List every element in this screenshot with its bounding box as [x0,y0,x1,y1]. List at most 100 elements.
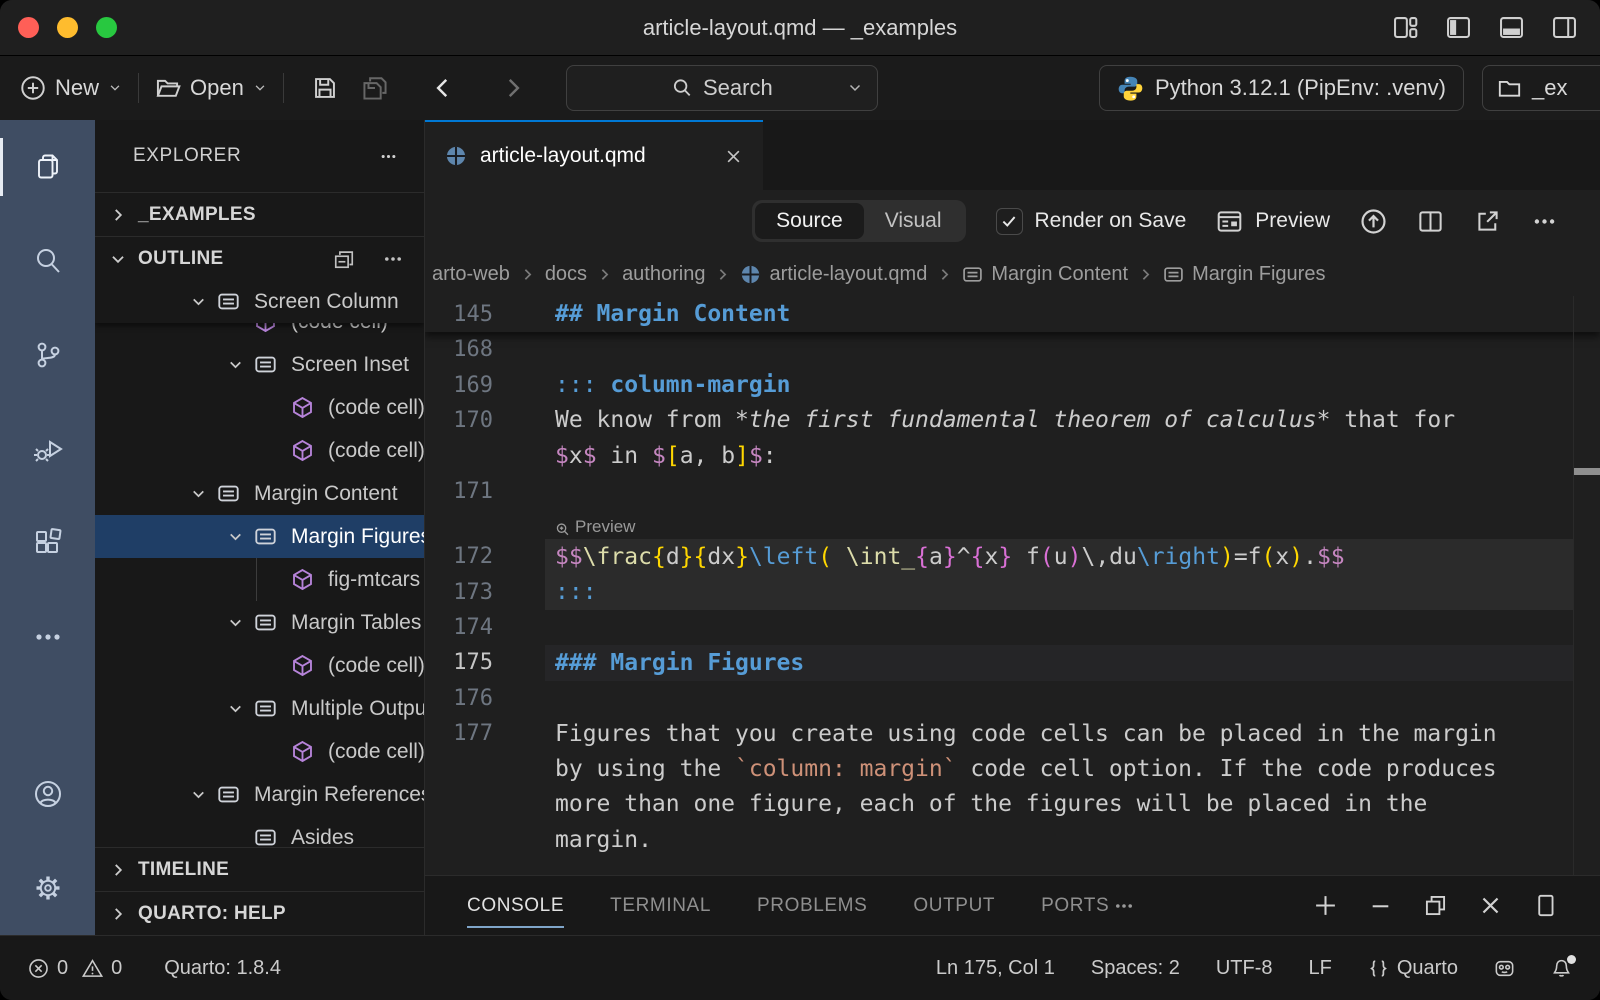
indentation[interactable]: Spaces: 2 [1091,957,1180,980]
render-on-save-checkbox[interactable] [996,208,1023,235]
panel-rect-icon[interactable] [1533,893,1558,918]
sidebar-section-examples[interactable]: _EXAMPLES [95,192,424,236]
outline-more-icon[interactable] [382,248,404,270]
code-line[interactable]: 171 [425,474,1600,509]
preview-button[interactable]: Preview [1216,208,1330,235]
outline-item-multiple-outputs[interactable]: Multiple Outputs [95,687,424,730]
notifications[interactable] [1551,958,1572,979]
close-tab-icon[interactable] [724,147,743,166]
panel-tab-problems[interactable]: PROBLEMS [757,876,867,935]
panel-tab-ports[interactable]: PORTS [1041,876,1109,935]
workspace-folder-button[interactable]: _ex [1482,65,1600,111]
activity-source-control-button[interactable] [0,308,95,402]
layout-sidebar-left-icon[interactable] [1445,14,1472,41]
outline-item--code-cell-[interactable]: (code cell) [95,730,424,773]
panel-tab-output[interactable]: OUTPUT [913,876,995,935]
outline-item--code-cell-[interactable]: (code cell) [95,644,424,687]
outline-item--code-cell-[interactable]: (code cell) [95,429,424,472]
sticky-code-line[interactable]: 145## Margin Content [425,296,1600,332]
code-editor[interactable]: 145## Margin Content168169::: column-mar… [425,296,1600,875]
activity-settings-button[interactable] [0,841,95,935]
outline-item-margin-content[interactable]: Margin Content [95,472,424,515]
panel-tab-terminal[interactable]: TERMINAL [610,876,711,935]
breadcrumb-item-authoring[interactable]: authoring [622,263,705,286]
restore-icon[interactable] [1423,893,1448,918]
eol[interactable]: LF [1309,957,1332,980]
close-window-button[interactable] [18,17,39,38]
panel-tab-console[interactable]: CONSOLE [467,876,564,935]
panel-more-icon[interactable] [1113,895,1135,917]
render-icon[interactable] [1360,208,1387,235]
layout-grid-icon[interactable] [1392,14,1419,41]
tab-article-layout[interactable]: article-layout.qmd [425,120,763,190]
plus-icon[interactable] [1313,893,1338,918]
code-line[interactable]: 176 [425,681,1600,716]
code-line[interactable]: 172$$\frac{d}{dx}\left( \int_{a}^{x} f(u… [425,539,1600,574]
sidebar-section-timeline[interactable]: TIMELINE [95,847,424,891]
outline-item-margin-tables[interactable]: Margin Tables [95,601,424,644]
code-lens-preview[interactable]: Preview [425,509,1600,539]
breadcrumb-item-docs[interactable]: docs [545,263,587,286]
breadcrumb-item-margin-content[interactable]: Margin Content [962,263,1128,286]
code-line[interactable]: by using the `column: margin` code cell … [425,751,1600,786]
problems-status[interactable]: 00 [28,957,128,980]
search-input[interactable]: Search [566,65,878,111]
sidebar-section-quarto-help[interactable]: QUARTO: HELP [95,891,424,935]
outline-item-screen-column[interactable]: Screen Column [95,280,424,323]
close-icon[interactable] [1478,893,1503,918]
code-line[interactable]: 168 [425,332,1600,367]
editor-more-icon[interactable] [1531,208,1558,235]
navigate-forward-icon[interactable] [500,75,526,101]
code-line[interactable]: 177Figures that you create using code ce… [425,716,1600,751]
outline-item-screen-inset[interactable]: Screen Inset [95,343,424,386]
language-mode[interactable]: Quarto [1368,957,1458,980]
split-editor-icon[interactable] [1417,208,1444,235]
code-line[interactable]: 175### Margin Figures [425,645,1600,680]
new-button[interactable]: New [20,75,122,101]
minimize-window-button[interactable] [57,17,78,38]
breadcrumb-item-margin-figures[interactable]: Margin Figures [1163,263,1325,286]
outline-item--code-cell-[interactable]: (code cell) [95,323,424,343]
code-line[interactable]: 174 [425,610,1600,645]
activity-search-side-button[interactable] [0,214,95,308]
collapse-all-icon[interactable] [333,248,355,270]
save-icon[interactable] [312,75,338,101]
layout-panel-icon[interactable] [1498,14,1525,41]
source-mode-button[interactable]: Source [755,203,864,239]
code-line[interactable]: 170We know from *the first fundamental t… [425,403,1600,438]
activity-more-button[interactable] [0,590,95,684]
activity-files-button[interactable] [0,120,95,214]
outline-item--code-cell-[interactable]: (code cell) [95,386,424,429]
visual-mode-button[interactable]: Visual [864,203,963,239]
code-line[interactable]: margin. [425,822,1600,857]
explorer-more-icon[interactable] [379,147,398,166]
python-interpreter-button[interactable]: Python 3.12.1 (PipEnv: .venv) [1099,65,1464,111]
activity-account-button[interactable] [0,747,95,841]
outline-item-asides[interactable]: Asides [95,816,424,847]
scrollbar-thumb[interactable] [1574,468,1600,475]
code-line[interactable]: more than one figure, each of the figure… [425,787,1600,822]
open-button[interactable]: Open [155,75,267,101]
outline-item-fig-mtcars[interactable]: fig-mtcars [95,558,424,601]
render-on-save-control[interactable]: Render on Save [996,208,1187,235]
breadcrumb-item-article-layout-qmd[interactable]: article-layout.qmd [740,263,927,286]
chevron-down-icon[interactable] [847,80,863,96]
outline-item-margin-figures[interactable]: Margin Figures [95,515,424,558]
quarto-version[interactable]: Quarto: 1.8.4 [164,957,281,980]
navigate-back-icon[interactable] [430,75,456,101]
cursor-position[interactable]: Ln 175, Col 1 [936,957,1055,980]
breadcrumb-item-arto-web[interactable]: arto-web [432,263,510,286]
activity-debug-button[interactable] [0,402,95,496]
minus-icon[interactable] [1368,893,1393,918]
encoding[interactable]: UTF-8 [1216,957,1273,980]
sidebar-section-outline[interactable]: OUTLINE [95,236,424,280]
activity-extensions-button[interactable] [0,496,95,590]
feedback[interactable] [1494,958,1515,979]
editor-scrollbar[interactable] [1573,296,1600,875]
code-line[interactable]: 169::: column-margin [425,367,1600,402]
outline-item-margin-references[interactable]: Margin References [95,773,424,816]
open-external-icon[interactable] [1474,208,1501,235]
code-line[interactable]: $x$ in $[a, b]$: [425,438,1600,473]
save-all-icon[interactable] [362,75,388,101]
layout-sidebar-right-icon[interactable] [1551,14,1578,41]
